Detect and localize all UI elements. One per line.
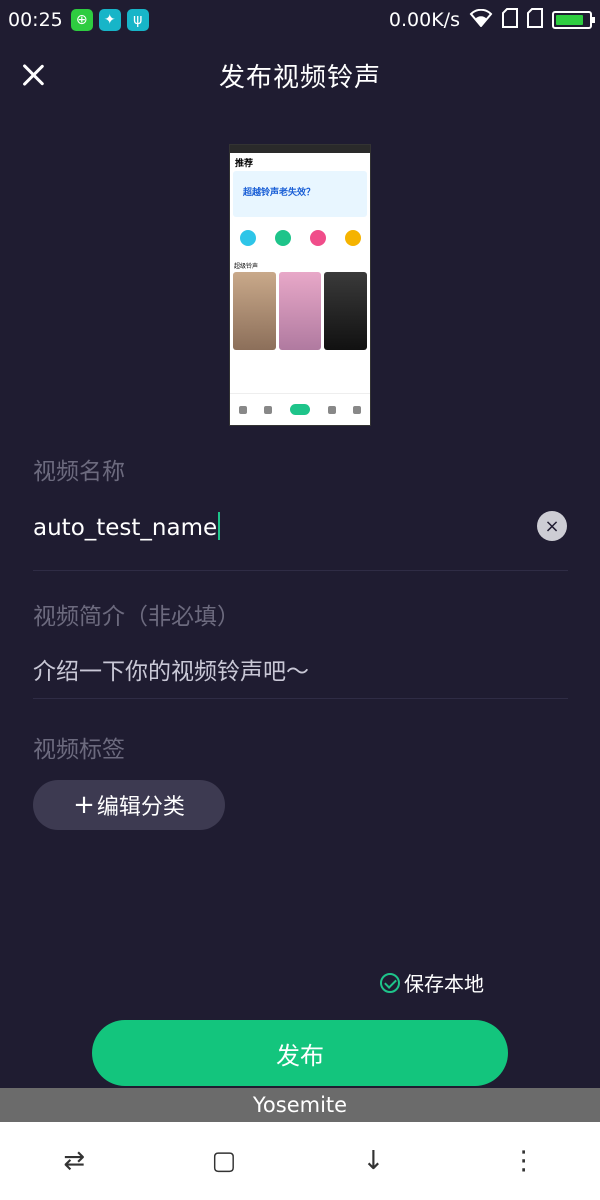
publish-button[interactable]: 发布 — [92, 1020, 508, 1086]
video-tag-label: 视频标签 — [33, 737, 125, 763]
clear-input-icon[interactable]: × — [537, 511, 567, 541]
preview-categories — [230, 217, 370, 259]
preview-bottom-nav — [230, 393, 370, 425]
preview-cat-icon — [309, 230, 326, 246]
preview-card — [278, 272, 322, 350]
preview-nav: 推荐 — [230, 153, 370, 171]
down-arrow-icon[interactable]: ↓ — [363, 1146, 385, 1176]
device-label: Yosemite — [0, 1088, 600, 1122]
usb-icon: ψ — [126, 9, 149, 31]
sim-icon — [502, 7, 518, 33]
preview-banner: 超越铃声老失效？ — [233, 171, 367, 217]
preview-status — [230, 145, 370, 153]
check-circle-icon — [380, 972, 400, 993]
video-name-input[interactable]: auto_test_name — [33, 512, 221, 541]
divider — [33, 570, 568, 571]
wifi-icon — [469, 8, 493, 32]
preview-music-icon — [264, 405, 273, 414]
battery-icon — [552, 11, 595, 29]
page-title: 发布视频铃声 — [218, 62, 381, 93]
preview-plus-icon — [289, 404, 310, 415]
preview-cards — [230, 272, 370, 350]
save-local-label: 保存本地 — [404, 972, 484, 996]
home-icon[interactable]: ▢ — [211, 1146, 236, 1176]
sim-icon — [527, 7, 543, 33]
net-speed: 0.00K/s — [388, 9, 460, 31]
video-intro-label: 视频简介（非必填） — [33, 604, 240, 630]
status-bar: 00:25 ⊕ ✦ ψ 0.00K/s — [0, 0, 600, 40]
system-nav-bar: ⇄ ▢ ↓ ⋮ — [0, 1122, 600, 1200]
app-teal-icon: ✦ — [98, 9, 121, 31]
save-local-checkbox[interactable]: 保存本地 — [380, 968, 484, 997]
divider — [33, 698, 568, 699]
app-green-icon: ⊕ — [70, 9, 93, 31]
edit-category-label: 编辑分类 — [96, 795, 185, 820]
preview-cat-icon — [344, 230, 361, 246]
preview-card — [324, 272, 368, 350]
plus-icon: + — [73, 790, 95, 820]
video-name-label: 视频名称 — [33, 459, 125, 485]
text-caret — [218, 512, 221, 540]
video-name-value: auto_test_name — [33, 515, 218, 541]
preview-home-icon — [238, 405, 247, 414]
preview-tab: 推荐 — [235, 158, 254, 169]
menu-icon[interactable]: ⋮ — [511, 1146, 537, 1176]
video-intro-input[interactable]: 介绍一下你的视频铃声吧～ — [33, 652, 309, 686]
preview-user-icon — [353, 405, 362, 414]
header: 发布视频铃声 — [0, 50, 600, 100]
status-time: 00:25 — [8, 9, 63, 31]
preview-section-title: 超级铃声 — [234, 263, 259, 270]
preview-refresh-icon — [327, 405, 336, 414]
close-icon[interactable] — [18, 60, 48, 90]
edit-category-button[interactable]: + 编辑分类 — [33, 780, 225, 830]
preview-cat-icon — [274, 230, 291, 246]
switch-icon[interactable]: ⇄ — [63, 1146, 85, 1176]
video-preview[interactable]: 推荐 超越铃声老失效？ 超级铃声 — [229, 144, 371, 426]
preview-card — [233, 272, 276, 350]
preview-cat-icon — [239, 230, 256, 246]
preview-banner-text: 超越铃声老失效？ — [243, 188, 316, 198]
